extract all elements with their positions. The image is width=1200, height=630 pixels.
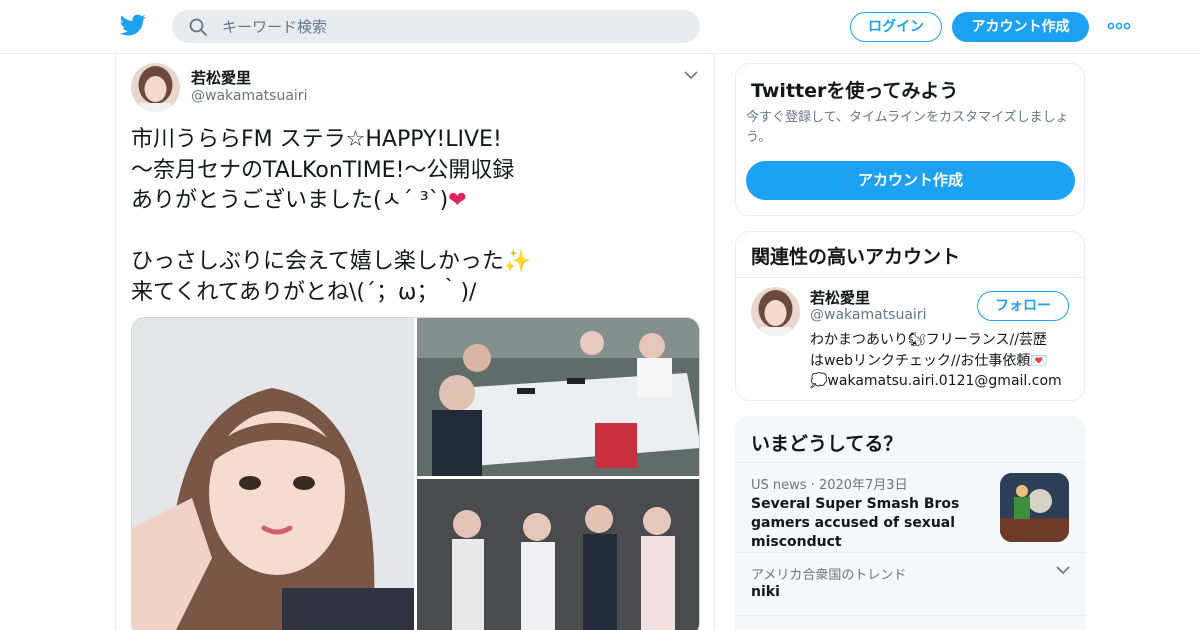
trend-title: niki <box>751 584 780 600</box>
follow-button[interactable]: フォロー <box>977 291 1069 321</box>
chevron-down-icon[interactable] <box>684 70 698 80</box>
search-icon <box>189 18 207 36</box>
tweet-text: 市川うららFM ステラ☆HAPPY!LIVE! ～奈月セナのTALKonTIME… <box>131 125 701 308</box>
author-name[interactable]: 若松愛里 <box>191 67 251 88</box>
bio-line: はwebリンクチェック//お仕事依頼💌 <box>810 352 1048 369</box>
signup-card: Twitterを使ってみよう 今すぐ登録して、タイムラインをカスタマイズしましょ… <box>735 63 1085 216</box>
tweet-line: 来てくれてありがとね\(´；ω；｀)/ <box>131 279 477 305</box>
more-dots-icon[interactable] <box>1107 18 1131 34</box>
tweet: 若松愛里 @wakamatsuairi 市川うららFM ステラ☆HAPPY!LI… <box>115 54 715 630</box>
photo-selfie[interactable] <box>132 318 414 630</box>
signup-card-button[interactable]: アカウント作成 <box>746 161 1075 200</box>
avatar[interactable] <box>131 63 180 112</box>
twitter-bird-icon[interactable] <box>119 12 147 38</box>
sparkles-emoji-icon: ✨ <box>503 249 532 274</box>
trends-card-title: いまどうしてる？ <box>751 433 903 455</box>
trend-item[interactable] <box>736 615 1086 630</box>
chevron-down-icon[interactable] <box>1056 565 1070 575</box>
related-account-handle[interactable]: @wakamatsuairi <box>810 307 926 323</box>
related-account-name[interactable]: 若松愛里 <box>810 287 870 308</box>
divider <box>736 277 1084 278</box>
signup-card-title: Twitterを使ってみよう <box>751 80 959 102</box>
search-input[interactable] <box>222 10 682 43</box>
tweet-line: ありがとうございました(ㅅ´ ³`)❤ <box>131 188 467 213</box>
photo-group[interactable] <box>417 479 699 630</box>
trend-thumbnail <box>1000 473 1069 542</box>
trends-card: いまどうしてる？ US news · 2020年7月3日 Several Sup… <box>735 416 1086 630</box>
search-bar[interactable] <box>172 10 700 43</box>
bio-line: わかまつあいり🐿フリーランス//芸歴 <box>810 332 1047 348</box>
trend-title: Several Super Smash Bros gamers accused … <box>751 496 960 550</box>
trend-meta: US news · 2020年7月3日 <box>751 478 908 493</box>
login-button[interactable]: ログイン <box>850 12 942 42</box>
heart-emoji-icon: ❤ <box>448 188 467 213</box>
tweet-line: ～奈月セナのTALKonTIME!～公開収録 <box>131 157 515 183</box>
trend-meta: アメリカ合衆国のトレンド <box>751 568 907 583</box>
related-card-title: 関連性の高いアカウント <box>751 246 961 268</box>
related-accounts-card: 関連性の高いアカウント 若松愛里 @wakamatsuairi フォロー わかま… <box>735 231 1085 401</box>
tweet-line: ひっさしぶりに会えて嬉し楽しかった✨ <box>131 249 532 274</box>
trend-item[interactable]: US news · 2020年7月3日 Several Super Smash … <box>736 462 1086 552</box>
top-bar: ログイン アカウント作成 <box>0 0 1200 54</box>
bio-line[interactable]: 💭wakamatsu.airi.0121@gmail.com <box>810 371 1080 392</box>
tweet-line <box>131 217 701 248</box>
related-account-bio: わかまつあいり🐿フリーランス//芸歴 はwebリンクチェック//お仕事依頼💌 💭… <box>810 330 1080 392</box>
tweet-media-grid <box>131 317 700 630</box>
avatar[interactable] <box>751 287 800 336</box>
signup-button[interactable]: アカウント作成 <box>952 12 1089 42</box>
signup-card-description: 今すぐ登録して、タイムラインをカスタマイズしましょう。 <box>746 110 1069 145</box>
tweet-line: 市川うららFM ステラ☆HAPPY!LIVE! <box>131 127 502 152</box>
photo-radio-booth[interactable] <box>417 318 699 476</box>
author-handle[interactable]: @wakamatsuairi <box>191 88 307 104</box>
trend-item[interactable]: アメリカ合衆国のトレンド niki <box>736 552 1086 615</box>
